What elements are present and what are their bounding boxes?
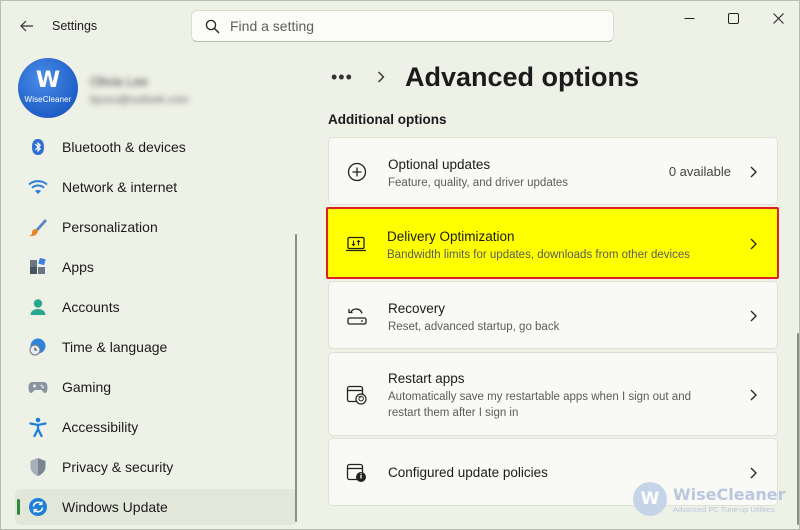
chevron-right-icon (747, 388, 759, 402)
sidebar-item-label: Time & language (62, 339, 168, 355)
sidebar-item-label: Apps (62, 259, 94, 275)
watermark-name: WiseCleaner (673, 484, 786, 504)
sidebar-item-personalization[interactable]: Personalization (15, 209, 297, 245)
watermark-tagline: Advanced PC Tune-up Utilities (673, 504, 775, 514)
sidebar-item-label: Personalization (62, 219, 158, 235)
main-scrollbar[interactable] (797, 333, 799, 525)
card-title: Recovery (388, 301, 446, 316)
chevron-right-icon (747, 165, 759, 179)
sidebar-item-privacy-security[interactable]: Privacy & security (15, 449, 297, 485)
restart-apps-card[interactable]: Restart apps Automatically save my resta… (328, 352, 778, 436)
profile-name: Olivia Lee (90, 74, 148, 89)
card-description: Feature, quality, and driver updates (388, 177, 569, 189)
delivery-optimization-icon (345, 233, 367, 255)
shield-icon (28, 457, 48, 477)
optional-updates-card[interactable]: Optional updates Feature, quality, and d… (328, 137, 778, 205)
section-heading: Additional options (328, 112, 447, 127)
search-box[interactable] (191, 10, 614, 42)
update-icon (28, 497, 48, 517)
watermark-logo: W (633, 482, 667, 516)
active-indicator (17, 499, 20, 515)
sidebar-item-network[interactable]: Network & internet (15, 169, 297, 205)
breadcrumb: ••• Advanced options (331, 59, 639, 95)
wifi-icon (28, 177, 48, 197)
card-title: Restart apps (388, 371, 465, 386)
delivery-optimization-card[interactable]: Delivery Optimization Bandwidth limits f… (326, 207, 779, 279)
title-bar: Settings (1, 1, 800, 51)
card-description: Reset, advanced startup, go back (388, 321, 560, 333)
maximize-icon (727, 12, 739, 24)
close-icon (772, 12, 784, 24)
close-button[interactable] (755, 7, 800, 29)
chevron-right-icon (747, 466, 759, 480)
avatar-logo-letter: W (35, 68, 61, 93)
back-button[interactable] (13, 13, 41, 39)
recovery-icon (346, 305, 368, 327)
recovery-card[interactable]: Recovery Reset, advanced startup, go bac… (328, 281, 778, 349)
apps-icon (28, 257, 48, 277)
sidebar-item-time-language[interactable]: Time & language (15, 329, 297, 365)
sidebar-item-accessibility[interactable]: Accessibility (15, 409, 297, 445)
globe-clock-icon (28, 337, 48, 357)
sidebar-item-label: Accounts (62, 299, 120, 315)
chevron-right-icon (747, 309, 759, 323)
sidebar: Bluetooth & devices Network & internet P… (15, 127, 299, 530)
chevron-right-icon (377, 71, 391, 83)
search-icon (204, 18, 220, 34)
card-title: Delivery Optimization (387, 229, 515, 244)
plus-circle-icon (346, 161, 368, 183)
avatar[interactable]: W WiseCleaner (18, 58, 78, 118)
card-description-line2: restart them after I sign in (388, 407, 519, 419)
card-title: Optional updates (388, 157, 491, 172)
search-input[interactable] (230, 18, 590, 34)
optional-updates-count: 0 available (668, 164, 731, 179)
sidebar-item-label: Privacy & security (62, 459, 174, 475)
sidebar-item-accounts[interactable]: Accounts (15, 289, 297, 325)
wisecleaner-watermark: W WiseCleaner Advanced PC Tune-up Utilit… (633, 479, 793, 519)
page-title: Advanced options (405, 61, 640, 92)
person-icon (28, 297, 48, 317)
card-title: Configured update policies (388, 465, 548, 480)
sidebar-item-label: Accessibility (62, 419, 139, 435)
accessibility-icon (28, 417, 48, 437)
sidebar-item-label: Gaming (62, 379, 112, 395)
sidebar-item-label: Windows Update (62, 499, 168, 515)
sidebar-item-label: Bluetooth & devices (62, 139, 186, 155)
sidebar-scrollbar[interactable] (295, 234, 297, 522)
back-arrow-icon (20, 20, 33, 32)
watermark-text: WiseCleaner Advanced PC Tune-up Utilitie… (673, 485, 786, 514)
profile-email: liyuxu@outlook.com (90, 94, 189, 106)
card-description: Bandwidth limits for updates, downloads … (387, 249, 690, 261)
sidebar-item-gaming[interactable]: Gaming (15, 369, 297, 405)
gamepad-icon (28, 377, 48, 397)
policy-icon (346, 462, 368, 484)
brush-icon (28, 217, 48, 237)
avatar-brand-text: WiseCleaner (24, 95, 72, 104)
sidebar-item-windows-update[interactable]: Windows Update (15, 489, 297, 525)
sidebar-item-apps[interactable]: Apps (15, 249, 297, 285)
bluetooth-icon (28, 137, 48, 157)
restart-apps-icon (346, 384, 368, 406)
maximize-button[interactable] (710, 7, 756, 29)
sidebar-item-label: Network & internet (62, 179, 178, 195)
minimize-button[interactable] (666, 7, 712, 29)
breadcrumb-more-button[interactable]: ••• (331, 67, 361, 88)
chevron-right-icon (747, 237, 759, 251)
sidebar-item-bluetooth[interactable]: Bluetooth & devices (15, 129, 297, 165)
card-description-line1: Automatically save my restartable apps w… (388, 391, 691, 403)
minimize-icon (684, 17, 694, 19)
app-title: Settings (52, 19, 98, 33)
